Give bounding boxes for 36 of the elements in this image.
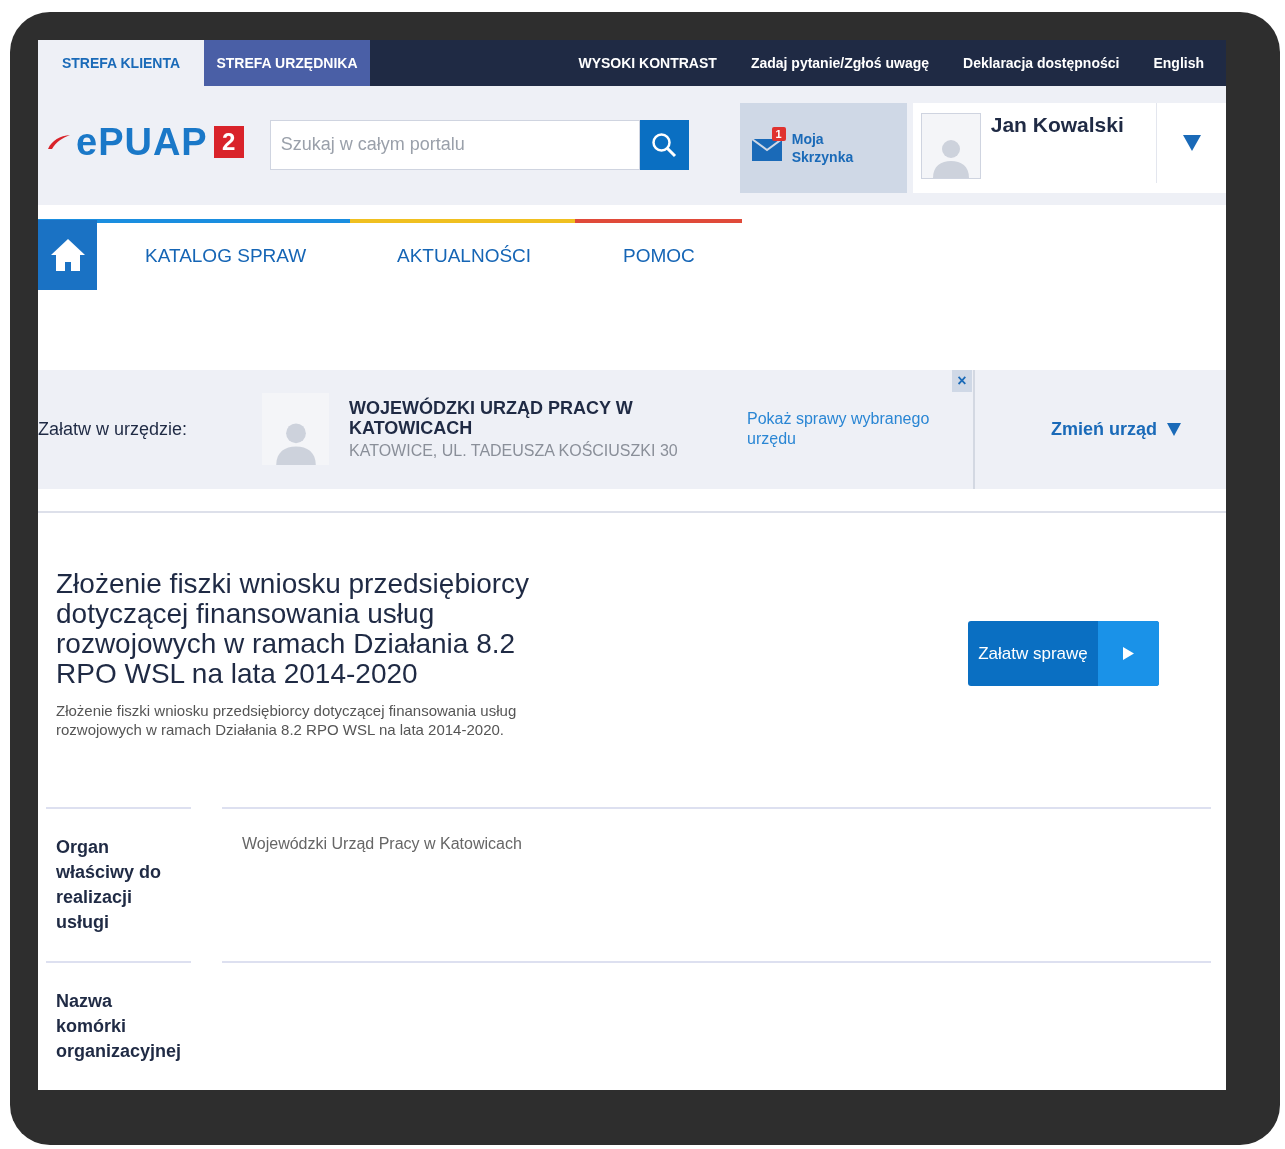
swoosh-icon — [48, 135, 70, 150]
home-button[interactable] — [38, 219, 97, 290]
close-button[interactable]: × — [952, 369, 972, 392]
office-services-link[interactable]: Pokaż sprawy wybranego urzędu — [747, 409, 947, 450]
detail-label: Organ właściwy do realizacji usługi — [55, 836, 163, 934]
nav-link[interactable]: POMOC — [623, 244, 743, 267]
office-address: KATOWICE, UL. TADEUSZA KOŚCIUSZKI 30 — [349, 442, 679, 461]
top-link[interactable]: WYSOKI KONTRAST — [578, 54, 717, 71]
unread-count: 1 — [771, 126, 786, 141]
change-office-link[interactable]: Zmień urząd — [973, 369, 1226, 490]
detail-value: Wojewódzki Urząd Pracy w Katowicach — [241, 834, 523, 854]
mailbox-link[interactable]: 1 Moja Skrzynka — [739, 102, 907, 193]
logo-badge: 2 — [213, 126, 244, 159]
service-title: Złożenie fiszki wniosku przedsiębiorcy dotyczącej finansowania usług rozwojowych w ramach Działania 8.2 RPO WSL na lata 2014-2020 — [56, 569, 531, 690]
nav-link[interactable]: KATALOG SPRAW — [145, 244, 397, 267]
zone-tab[interactable]: STREFA URZĘDNIKA — [204, 40, 370, 86]
search-field[interactable]: Szukaj w całym portalu — [269, 119, 640, 170]
caret-icon — [1167, 422, 1181, 436]
search-button[interactable] — [639, 119, 689, 170]
office-label: Załatw w urzędzie: — [38, 418, 189, 440]
logo: ePUAP — [76, 120, 208, 164]
user-name: Jan Kowalski — [990, 112, 1125, 137]
detail-label: Nazwa komórki organizacyjnej — [55, 990, 178, 1063]
play-icon — [1123, 647, 1134, 661]
home-icon — [50, 238, 85, 271]
top-link[interactable]: Deklaracja dostępności — [963, 54, 1120, 71]
search-icon — [651, 131, 678, 158]
office-name: WOJEWÓDZKI URZĄD PRACY W KATOWICACH — [349, 398, 634, 439]
service-description: Złożenie fiszki wniosku przedsiębiorcy dotyczącej finansowania usług rozwojowych w ramach Działania 8.2 RPO WSL na lata 2014-2020. — [56, 701, 518, 740]
zone-tab[interactable]: STREFA KLIENTA — [38, 40, 204, 86]
envelope-icon — [751, 138, 782, 161]
caret-icon — [1182, 134, 1201, 151]
handle-case-button[interactable]: Załatw sprawę — [968, 621, 1159, 687]
top-link[interactable]: Zadaj pytanie/Zgłoś uwagę — [750, 54, 930, 71]
nav-link[interactable]: AKTUALNOŚCI — [397, 244, 623, 267]
top-link[interactable]: English — [1153, 54, 1204, 71]
